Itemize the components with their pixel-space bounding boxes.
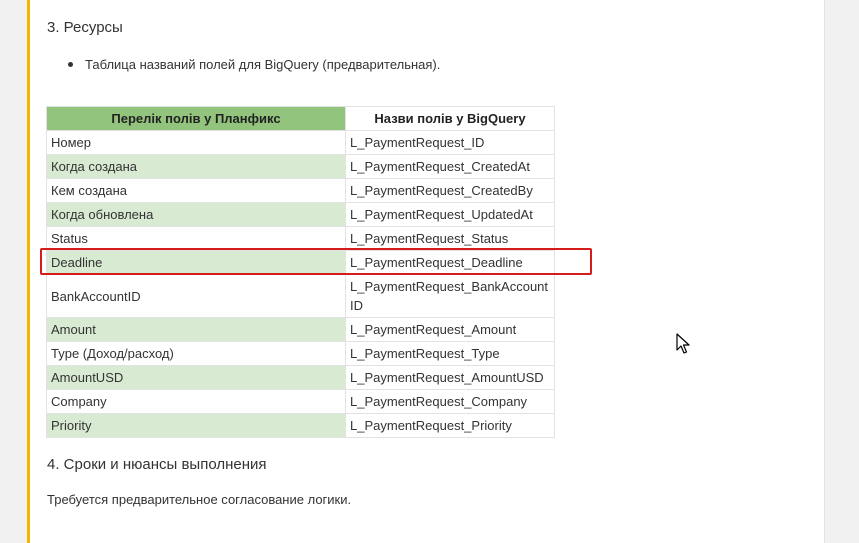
bigquery-field-cell: L_PaymentRequest_ID [345, 130, 555, 155]
table-row: BankAccountID L_PaymentRequest_BankAccoun… [46, 274, 555, 318]
planfix-field-cell: Type (Доход/расход) [46, 341, 346, 366]
planfix-field-cell: Status [46, 226, 346, 251]
resource-list-item: Таблица названий полей для BigQuery (пре… [68, 57, 440, 72]
table-row: Когда создана L_PaymentRequest_CreatedAt [46, 154, 555, 179]
table-row: Deadline L_PaymentRequest_Deadline [46, 250, 555, 275]
planfix-field-cell: Когда обновлена [46, 202, 346, 227]
header-planfix-fields: Перелік полів у Планфикс [46, 106, 346, 131]
planfix-field-cell: Company [46, 389, 346, 414]
planfix-field-cell: BankAccountID [46, 274, 346, 318]
bigquery-field-cell: L_PaymentRequest_AmountUSD [345, 365, 555, 390]
planfix-field-cell: Amount [46, 317, 346, 342]
document-panel: 3. Ресурсы Таблица названий полей для Bi… [27, 0, 824, 543]
planfix-field-cell: Priority [46, 413, 346, 438]
section-4-text: Требуется предварительное согласование л… [47, 492, 352, 507]
bigquery-field-cell: L_PaymentRequest_Type [345, 341, 555, 366]
bigquery-field-cell: L_PaymentRequest_Deadline [345, 250, 555, 275]
section-3-heading: 3. Ресурсы [47, 19, 123, 36]
bigquery-field-cell: L_PaymentRequest_UpdatedAt [345, 202, 555, 227]
table-header-row: Перелік полів у Планфикс Назви полів у B… [46, 106, 555, 131]
table-row: AmountUSD L_PaymentRequest_AmountUSD [46, 365, 555, 390]
section-4-heading: 4. Сроки и нюансы выполнения [47, 456, 267, 473]
planfix-field-cell: AmountUSD [46, 365, 346, 390]
table-row: Priority L_PaymentRequest_Priority [46, 413, 555, 438]
bigquery-field-cell: L_PaymentRequest_CreatedBy [345, 178, 555, 203]
planfix-field-cell: Кем создана [46, 178, 346, 203]
resource-list-text: Таблица названий полей для BigQuery (пре… [85, 57, 441, 72]
bigquery-field-cell: L_PaymentRequest_Status [345, 226, 555, 251]
planfix-field-cell: Когда создана [46, 154, 346, 179]
bigquery-field-cell: L_PaymentRequest_BankAccountID [345, 274, 555, 318]
page-right-edge [824, 0, 825, 543]
table-row: Кем создана L_PaymentRequest_CreatedBy [46, 178, 555, 203]
table-row: Type (Доход/расход) L_PaymentRequest_Type [46, 341, 555, 366]
header-bigquery-fields: Назви полів у BigQuery [345, 106, 555, 131]
field-names-table: Перелік полів у Планфикс Назви полів у B… [46, 106, 555, 438]
table-row: Company L_PaymentRequest_Company [46, 389, 555, 414]
planfix-field-cell: Deadline [46, 250, 346, 275]
table-row: Status L_PaymentRequest_Status [46, 226, 555, 251]
mouse-pointer-icon [676, 333, 690, 354]
bigquery-field-cell: L_PaymentRequest_Amount [345, 317, 555, 342]
bullet-dot-icon [68, 62, 73, 67]
table-row: Когда обновлена L_PaymentRequest_UpdatedA… [46, 202, 555, 227]
bigquery-field-cell: L_PaymentRequest_Company [345, 389, 555, 414]
table-row: Номер L_PaymentRequest_ID [46, 130, 555, 155]
bigquery-field-cell: L_PaymentRequest_CreatedAt [345, 154, 555, 179]
table-row: Amount L_PaymentRequest_Amount [46, 317, 555, 342]
bigquery-field-cell: L_PaymentRequest_Priority [345, 413, 555, 438]
planfix-field-cell: Номер [46, 130, 346, 155]
